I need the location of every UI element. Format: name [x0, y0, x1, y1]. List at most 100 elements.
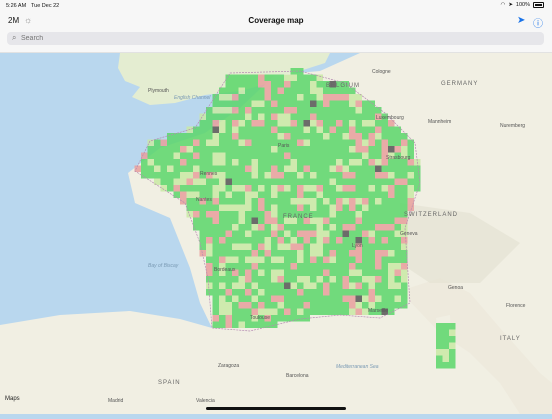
coverage-tile	[342, 295, 349, 302]
coverage-tile	[264, 126, 271, 133]
coverage-tile	[375, 204, 382, 211]
maps-attribution[interactable]: Maps	[5, 396, 20, 402]
coverage-tile	[212, 295, 219, 302]
coverage-tile	[388, 230, 395, 237]
coverage-tile	[381, 133, 388, 140]
coverage-tile	[342, 243, 349, 250]
coverage-tile	[186, 191, 193, 198]
coverage-tile	[303, 185, 310, 192]
coverage-tile	[206, 113, 213, 120]
coverage-tile	[258, 243, 265, 250]
coverage-tile	[316, 165, 323, 172]
coverage-tile	[449, 355, 456, 362]
coverage-tile	[245, 217, 252, 224]
coverage-tile	[277, 308, 284, 315]
coverage-tile	[284, 74, 291, 81]
coverage-tile	[323, 282, 330, 289]
coverage-map[interactable]: BELGIUM GERMANY FRANCE SWITZERLAND ITALY…	[0, 53, 552, 414]
coverage-tile	[355, 107, 362, 114]
coverage-tile	[355, 198, 362, 205]
sea-label-bay-of-biscay: Bay of Biscay	[148, 263, 179, 269]
coverage-tile	[219, 94, 226, 101]
coverage-tile	[368, 243, 375, 250]
coverage-tile	[362, 146, 369, 153]
coverage-tile	[219, 133, 226, 140]
coverage-tile	[290, 204, 297, 211]
map-canvas[interactable]	[0, 53, 552, 414]
coverage-tile	[401, 165, 408, 172]
coverage-tile	[368, 217, 375, 224]
coverage-tile	[349, 107, 356, 114]
coverage-tile	[310, 87, 317, 94]
coverage-tile	[381, 295, 388, 302]
coverage-tile	[258, 282, 265, 289]
coverage-tile	[368, 230, 375, 237]
coverage-tile	[349, 282, 356, 289]
coverage-tile	[238, 256, 245, 263]
coverage-tile	[349, 211, 356, 218]
coverage-tile	[180, 191, 187, 198]
coverage-tile	[186, 185, 193, 192]
search-bar[interactable]: ⌕	[7, 32, 544, 45]
coverage-tile	[232, 185, 239, 192]
coverage-tile	[388, 178, 395, 185]
coverage-tile	[323, 302, 330, 309]
coverage-tile	[277, 185, 284, 192]
coverage-tile	[290, 230, 297, 237]
coverage-tile	[316, 113, 323, 120]
coverage-tile	[264, 295, 271, 302]
coverage-tile	[329, 217, 336, 224]
coverage-tile	[251, 204, 258, 211]
coverage-tile	[349, 263, 356, 270]
coverage-tile	[284, 107, 291, 114]
coverage-tile	[375, 152, 382, 159]
coverage-tile	[336, 133, 343, 140]
coverage-tile	[232, 178, 239, 185]
coverage-tile	[290, 94, 297, 101]
coverage-tile	[290, 133, 297, 140]
coverage-tile	[336, 250, 343, 257]
coverage-tile	[442, 349, 449, 356]
coverage-tile	[388, 250, 395, 257]
coverage-tile	[167, 185, 174, 192]
coverage-tile	[336, 243, 343, 250]
coverage-tile	[381, 243, 388, 250]
coverage-tile	[349, 113, 356, 120]
coverage-tile	[316, 81, 323, 88]
coverage-tile	[303, 276, 310, 283]
coverage-tile	[303, 263, 310, 270]
coverage-tile	[394, 185, 401, 192]
coverage-tile	[355, 152, 362, 159]
coverage-tile	[394, 204, 401, 211]
search-input[interactable]	[21, 33, 521, 44]
coverage-tile	[206, 217, 213, 224]
coverage-tile	[310, 178, 317, 185]
coverage-tile	[219, 315, 226, 322]
coverage-tile	[219, 282, 226, 289]
coverage-tile	[388, 139, 395, 146]
coverage-tile	[264, 250, 271, 257]
coverage-tile	[329, 269, 336, 276]
coverage-tile	[329, 139, 336, 146]
coverage-tile	[394, 211, 401, 218]
coverage-tile	[362, 152, 369, 159]
coverage-tile	[245, 165, 252, 172]
coverage-tile	[258, 74, 265, 81]
coverage-tile	[232, 243, 239, 250]
coverage-tile	[232, 133, 239, 140]
coverage-tile	[342, 185, 349, 192]
location-arrow-icon[interactable]: ➤	[517, 15, 525, 26]
coverage-tile	[206, 159, 213, 166]
coverage-tile	[436, 336, 443, 343]
coverage-tile	[264, 237, 271, 244]
coverage-tile	[173, 159, 180, 166]
coverage-tile	[277, 165, 284, 172]
info-icon[interactable]: ⓘ	[533, 15, 543, 30]
coverage-tile	[232, 198, 239, 205]
coverage-tile	[258, 178, 265, 185]
coverage-tile	[199, 126, 206, 133]
coverage-tile	[342, 113, 349, 120]
coverage-tile	[284, 133, 291, 140]
home-indicator[interactable]	[206, 407, 346, 410]
coverage-tile	[212, 100, 219, 107]
